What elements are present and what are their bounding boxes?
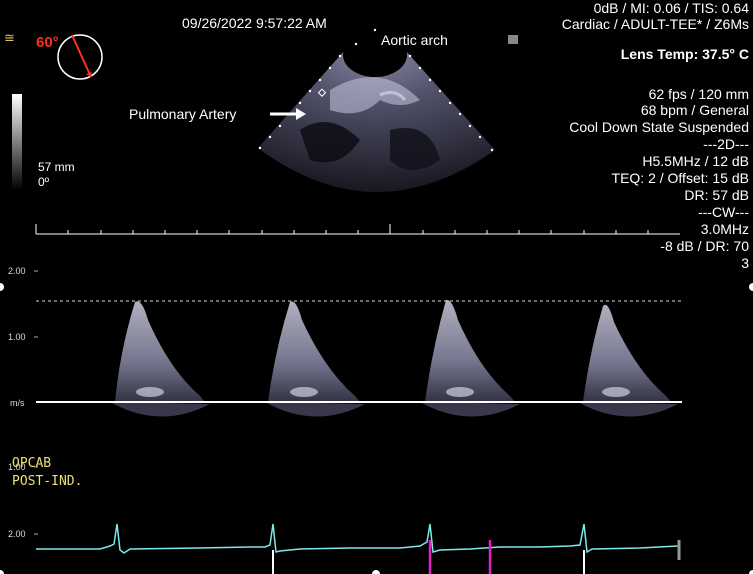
annotation-aortic-arch: Aortic arch — [381, 32, 448, 48]
ultrasound-graphics: ≅ — [0, 28, 753, 574]
param-line-2: Cool Down State Suspended — [569, 119, 749, 135]
param-line-0: 62 fps / 120 mm — [648, 86, 749, 102]
axis-label-mid: 1.00 — [8, 332, 26, 342]
exam-datetime: 09/26/2022 9:57:22 AM — [182, 15, 327, 31]
depth-label: 57 mm — [38, 160, 75, 174]
param-line-5: TEQ: 2 / Offset: 15 dB — [611, 170, 749, 186]
axis-label-top: 2.00 — [8, 266, 26, 276]
param-line-7: ---CW--- — [697, 204, 749, 220]
ecg-markers — [272, 540, 681, 574]
grayscale-bar — [12, 94, 22, 190]
frame-handles — [0, 283, 753, 574]
probe-icon: ≅ — [4, 31, 15, 46]
param-line-8: 3.0MHz — [700, 221, 749, 237]
probe-angle-icon — [57, 34, 103, 80]
ecg-trace — [36, 523, 679, 554]
param-line-1: 68 bpm / General — [640, 102, 749, 118]
param-line-9: -8 dB / DR: 70 — [660, 238, 749, 254]
study-label-1: POST-IND. — [12, 474, 83, 489]
preset-readout: Cardiac / ADULT-TEE* / Z6Ms — [561, 16, 749, 32]
doppler-axis — [34, 270, 38, 468]
lens-temp: Lens Temp: 37.5° C — [620, 46, 749, 62]
time-ruler — [35, 224, 680, 235]
mode-icon — [508, 35, 518, 44]
study-label-0: OPCAB — [12, 456, 52, 471]
param-line-3: ---2D--- — [703, 136, 749, 152]
probe-angle-label: 60° — [36, 34, 59, 51]
annotation-pulmonary-artery: Pulmonary Artery — [129, 106, 237, 122]
tilt-label: 0º — [38, 175, 50, 189]
param-line-10: 3 — [741, 255, 749, 271]
axis-unit-label: m/s — [10, 398, 25, 408]
param-line-4: H5.5MHz / 12 dB — [642, 153, 749, 169]
param-line-6: DR: 57 dB — [684, 187, 749, 203]
doppler-spectrum — [110, 299, 678, 417]
ecg-scale-label: 2.00 — [8, 529, 26, 539]
power-readout: 0dB / MI: 0.06 / TIS: 0.64 — [593, 0, 749, 16]
